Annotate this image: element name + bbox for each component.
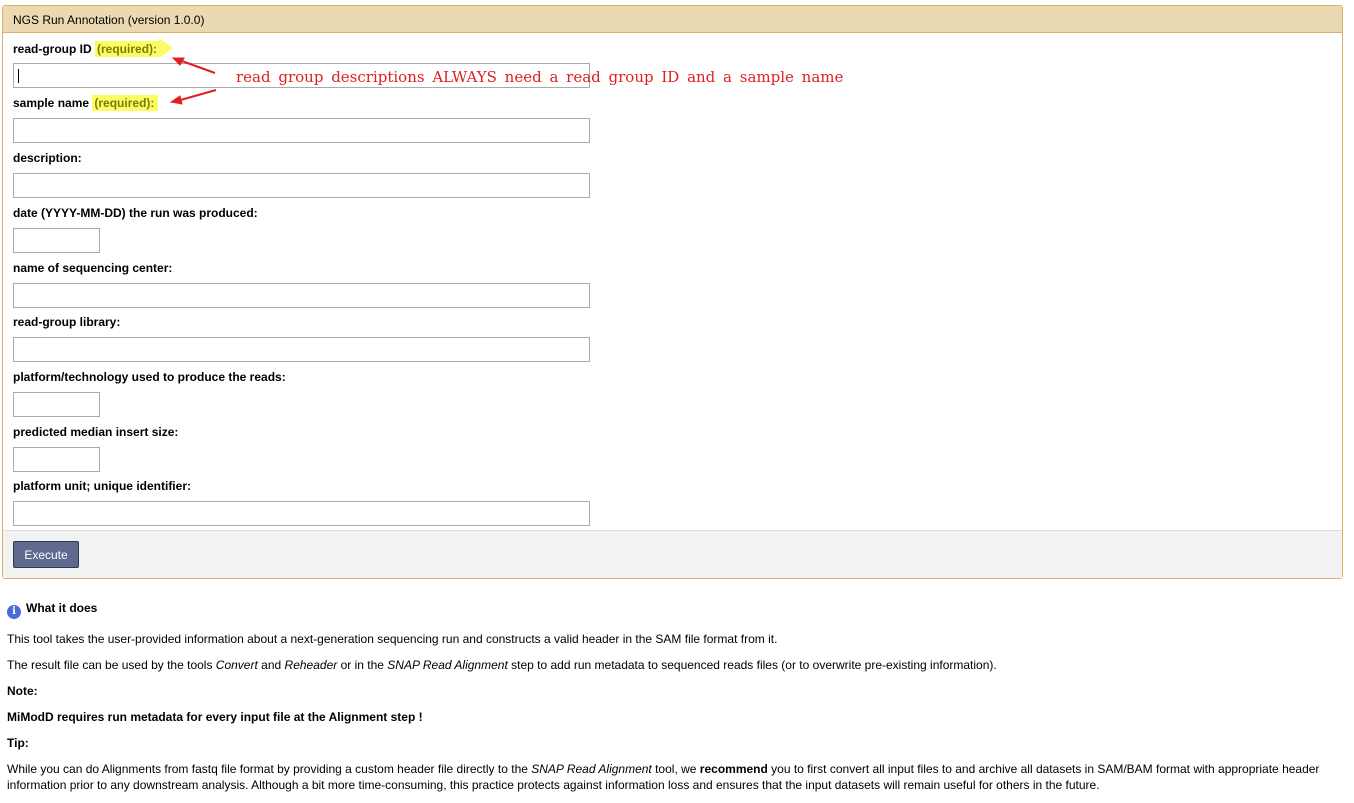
sequencing-center-input[interactable] xyxy=(13,283,590,308)
arrow-head-icon xyxy=(169,95,183,105)
platform-input[interactable] xyxy=(13,392,100,417)
execute-button[interactable]: Execute xyxy=(13,541,79,568)
insert-size-label: predicted median insert size: xyxy=(13,425,179,439)
arrow-to-sample-name xyxy=(176,89,217,102)
date-label: date (YYYY-MM-DD) the run was produced: xyxy=(13,206,258,220)
annotation-text: read group descriptions ALWAYS need a re… xyxy=(236,68,844,86)
arrow-head-icon xyxy=(171,57,185,66)
platform-label: platform/technology used to produce the … xyxy=(13,370,286,384)
library-label: read-group library: xyxy=(13,315,121,329)
help-title: What it does xyxy=(26,601,98,615)
platform-unit-input[interactable] xyxy=(13,501,590,526)
date-input[interactable] xyxy=(13,228,100,253)
info-icon: i xyxy=(7,605,21,619)
note-label: Note: xyxy=(7,684,38,698)
note-text: MiModD requires run metadata for every i… xyxy=(7,710,423,724)
library-input[interactable] xyxy=(13,337,590,362)
sequencing-center-label: name of sequencing center: xyxy=(13,261,173,275)
help-section: i What it does This tool takes the user-p… xyxy=(7,600,1347,803)
help-paragraph-1: This tool takes the user-provided inform… xyxy=(7,632,778,646)
insert-size-input[interactable] xyxy=(13,447,100,472)
arrow-to-read-group-id xyxy=(178,59,216,74)
description-label: description: xyxy=(13,151,82,165)
annotation-arrows xyxy=(169,57,217,105)
tip-label: Tip: xyxy=(7,736,29,750)
tip-text: While you can do Alignments from fastq f… xyxy=(7,762,1320,792)
help-title-row: i What it does xyxy=(7,600,1347,619)
form-footer: Execute xyxy=(3,530,1342,578)
help-paragraph-2: The result file can be used by the tools… xyxy=(7,658,997,672)
description-input[interactable] xyxy=(13,173,590,198)
platform-unit-label: platform unit; unique identifier: xyxy=(13,479,191,493)
